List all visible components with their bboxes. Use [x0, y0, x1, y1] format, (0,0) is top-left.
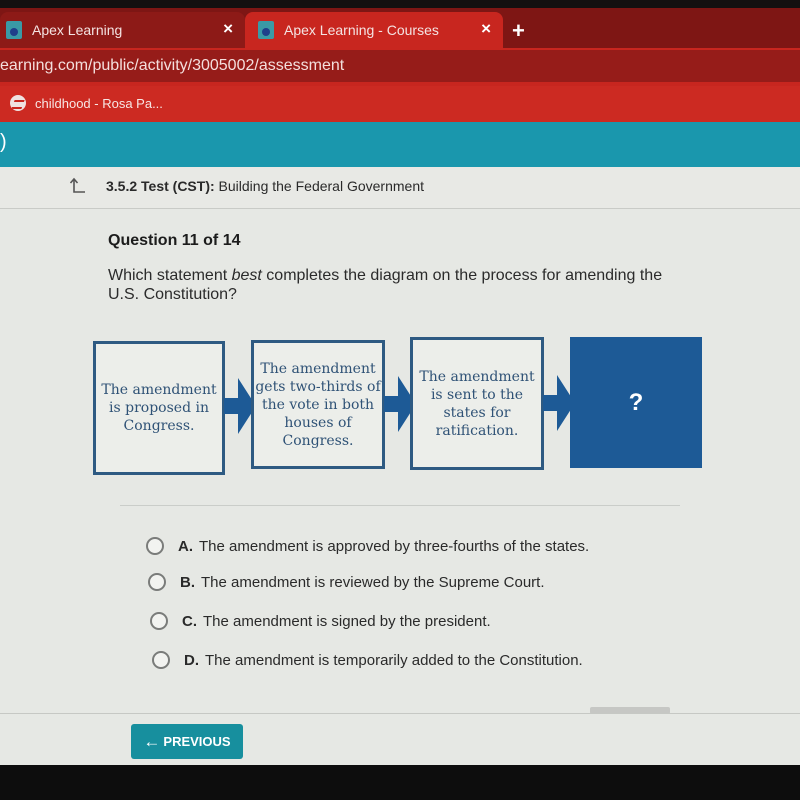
bookmark-label: childhood - Rosa Pa...: [35, 95, 163, 111]
diagram-step-3: The amendment is sent to the states for …: [410, 337, 544, 470]
app-header: ): [0, 122, 800, 167]
breadcrumb-title: Building the Federal Government: [218, 178, 424, 194]
diagram-step-1: The amendment is proposed in Congress.: [93, 341, 225, 475]
assessment-page: 3.5.2 Test (CST): Building the Federal G…: [0, 167, 800, 765]
tab-title: Apex Learning: [32, 22, 123, 38]
choice-text: The amendment is temporarily added to th…: [205, 651, 583, 669]
radio-button[interactable]: [146, 537, 164, 555]
browser-toolbar: earning.com/public/activity/3005002/asse…: [0, 48, 800, 86]
footer-divider: [0, 713, 800, 714]
breadcrumb-section: 3.5.2 Test (CST):: [106, 178, 215, 194]
choice-text: The amendment is approved by three-fourt…: [199, 537, 590, 555]
diagram-step-2: The amendment gets two-thirds of the vot…: [251, 340, 385, 469]
header-menu-edge[interactable]: ): [0, 131, 7, 154]
screen-bezel-bottom: [0, 765, 800, 800]
answer-choice-a[interactable]: A. The amendment is approved by three-fo…: [146, 537, 589, 555]
choice-letter: A.: [178, 537, 193, 555]
breadcrumb-text: 3.5.2 Test (CST): Building the Federal G…: [106, 178, 424, 194]
address-bar[interactable]: earning.com/public/activity/3005002/asse…: [0, 50, 800, 82]
question-number: Question 11 of 14: [108, 232, 241, 249]
bookmark-rosa-parks[interactable]: childhood - Rosa Pa...: [10, 95, 163, 111]
bookmarks-bar: childhood - Rosa Pa...: [0, 86, 800, 122]
radio-button[interactable]: [148, 573, 166, 591]
prompt-part: Which statement: [108, 267, 232, 284]
prompt-emphasis: best: [231, 267, 262, 284]
amendment-process-diagram: The amendment is proposed in Congress. T…: [88, 337, 708, 477]
breadcrumb: 3.5.2 Test (CST): Building the Federal G…: [0, 167, 800, 209]
apex-favicon-icon: [258, 21, 274, 39]
choice-letter: C.: [182, 612, 197, 630]
browser-tabstrip: Apex Learning × Apex Learning - Courses …: [0, 8, 800, 48]
apex-favicon-icon: [6, 21, 22, 39]
answer-choice-c[interactable]: C. The amendment is signed by the presid…: [150, 612, 491, 630]
choice-letter: D.: [184, 651, 199, 669]
browser-tab-apex-learning[interactable]: Apex Learning ×: [0, 12, 245, 48]
globe-icon: [10, 95, 26, 111]
previous-button[interactable]: ← PREVIOUS: [131, 724, 243, 759]
tab-title: Apex Learning - Courses: [284, 22, 439, 38]
radio-button[interactable]: [152, 651, 170, 669]
new-tab-button[interactable]: +: [512, 18, 525, 44]
divider: [120, 505, 680, 506]
choice-text: The amendment is signed by the president…: [203, 612, 491, 630]
choice-letter: B.: [180, 573, 195, 591]
up-arrow-icon[interactable]: [70, 177, 86, 195]
choice-text: The amendment is reviewed by the Supreme…: [201, 573, 545, 591]
close-tab-icon[interactable]: ×: [223, 19, 233, 39]
browser-tab-apex-courses[interactable]: Apex Learning - Courses ×: [245, 12, 503, 48]
diagram-step-unknown: ?: [570, 337, 702, 468]
answer-choice-b[interactable]: B. The amendment is reviewed by the Supr…: [148, 573, 545, 591]
close-tab-icon[interactable]: ×: [481, 19, 491, 39]
previous-label: PREVIOUS: [163, 734, 231, 749]
question-prompt: Which statement best completes the diagr…: [108, 266, 678, 304]
arrow-left-icon: ←: [143, 731, 161, 751]
radio-button[interactable]: [150, 612, 168, 630]
answer-choice-d[interactable]: D. The amendment is temporarily added to…: [152, 651, 583, 669]
